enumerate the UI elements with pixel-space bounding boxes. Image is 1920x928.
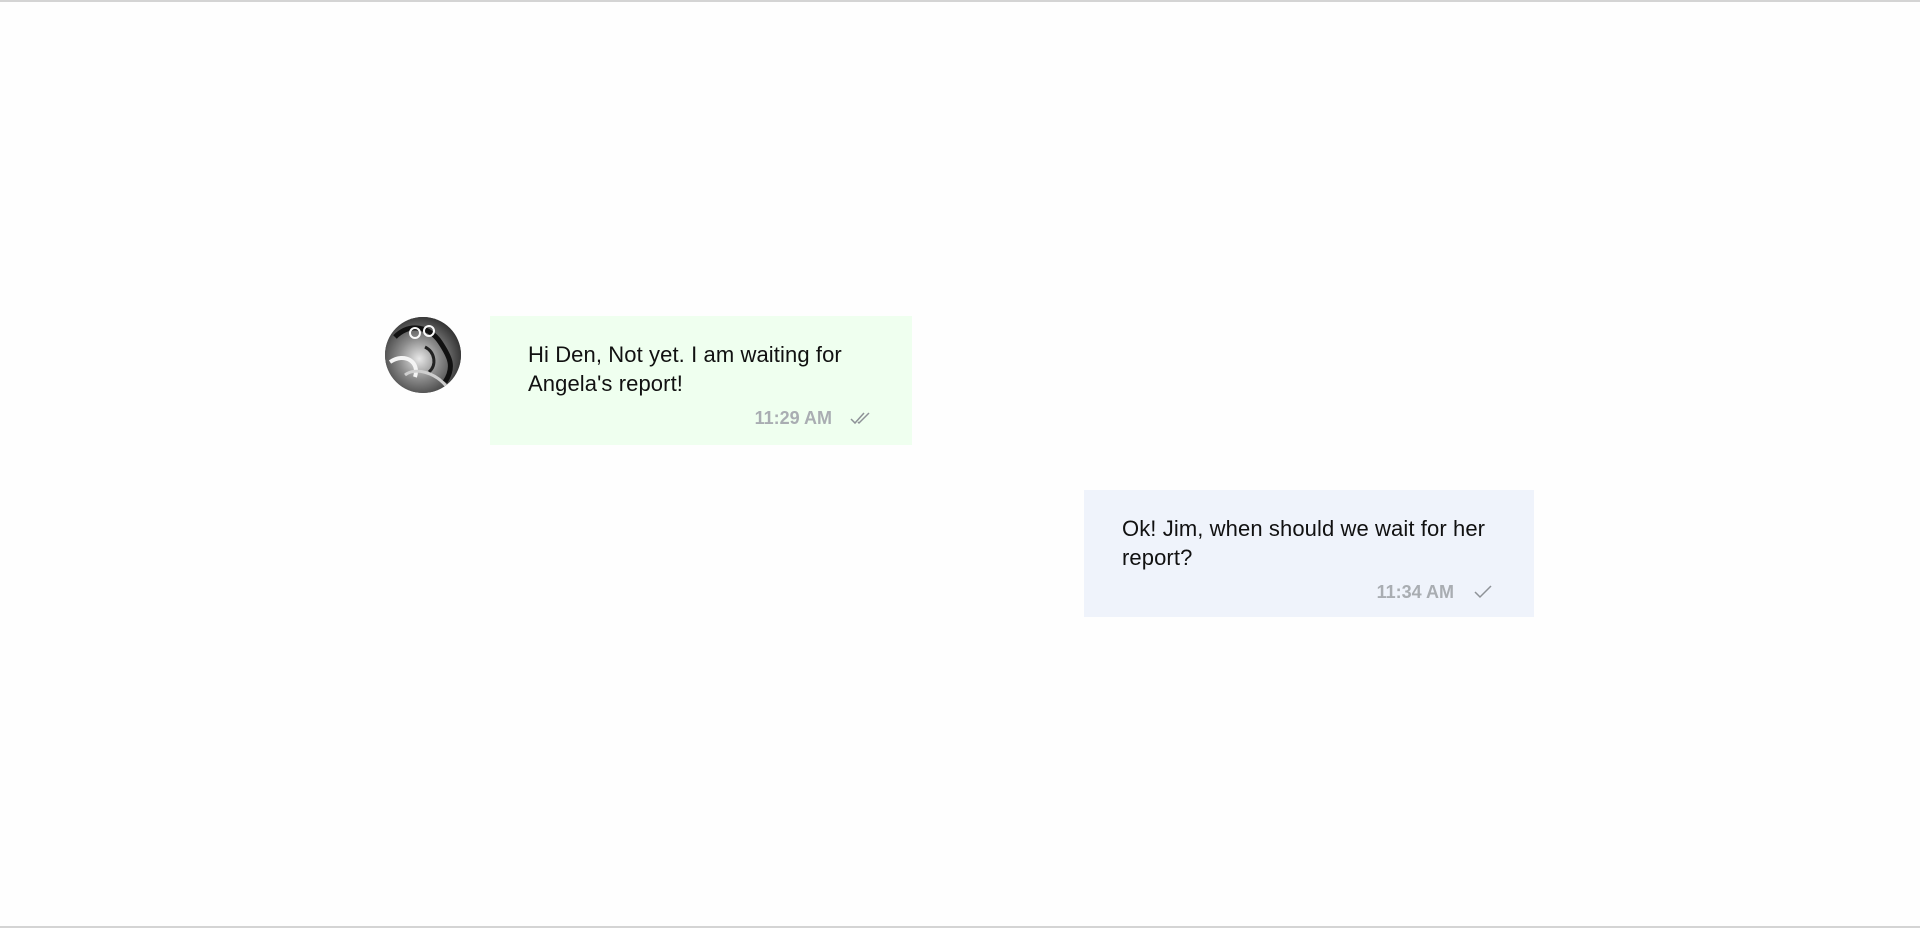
sender-avatar[interactable] bbox=[385, 317, 461, 393]
message-text: Hi Den, Not yet. I am waiting for Angela… bbox=[528, 342, 842, 396]
double-check-icon bbox=[850, 410, 874, 426]
message-text: Ok! Jim, when should we wait for her rep… bbox=[1122, 516, 1486, 570]
message-meta: 11:29 AM bbox=[528, 406, 874, 430]
message-bubble-outgoing[interactable]: Ok! Jim, when should we wait for her rep… bbox=[1084, 490, 1534, 617]
chat-window: Hi Den, Not yet. I am waiting for Angela… bbox=[0, 0, 1920, 928]
avatar-image bbox=[385, 317, 461, 393]
message-timestamp: 11:34 AM bbox=[1376, 581, 1454, 602]
message-meta: 11:34 AM bbox=[1122, 580, 1496, 604]
message-timestamp: 11:29 AM bbox=[754, 407, 832, 428]
message-bubble-incoming[interactable]: Hi Den, Not yet. I am waiting for Angela… bbox=[490, 316, 912, 445]
single-check-icon bbox=[1472, 584, 1496, 600]
